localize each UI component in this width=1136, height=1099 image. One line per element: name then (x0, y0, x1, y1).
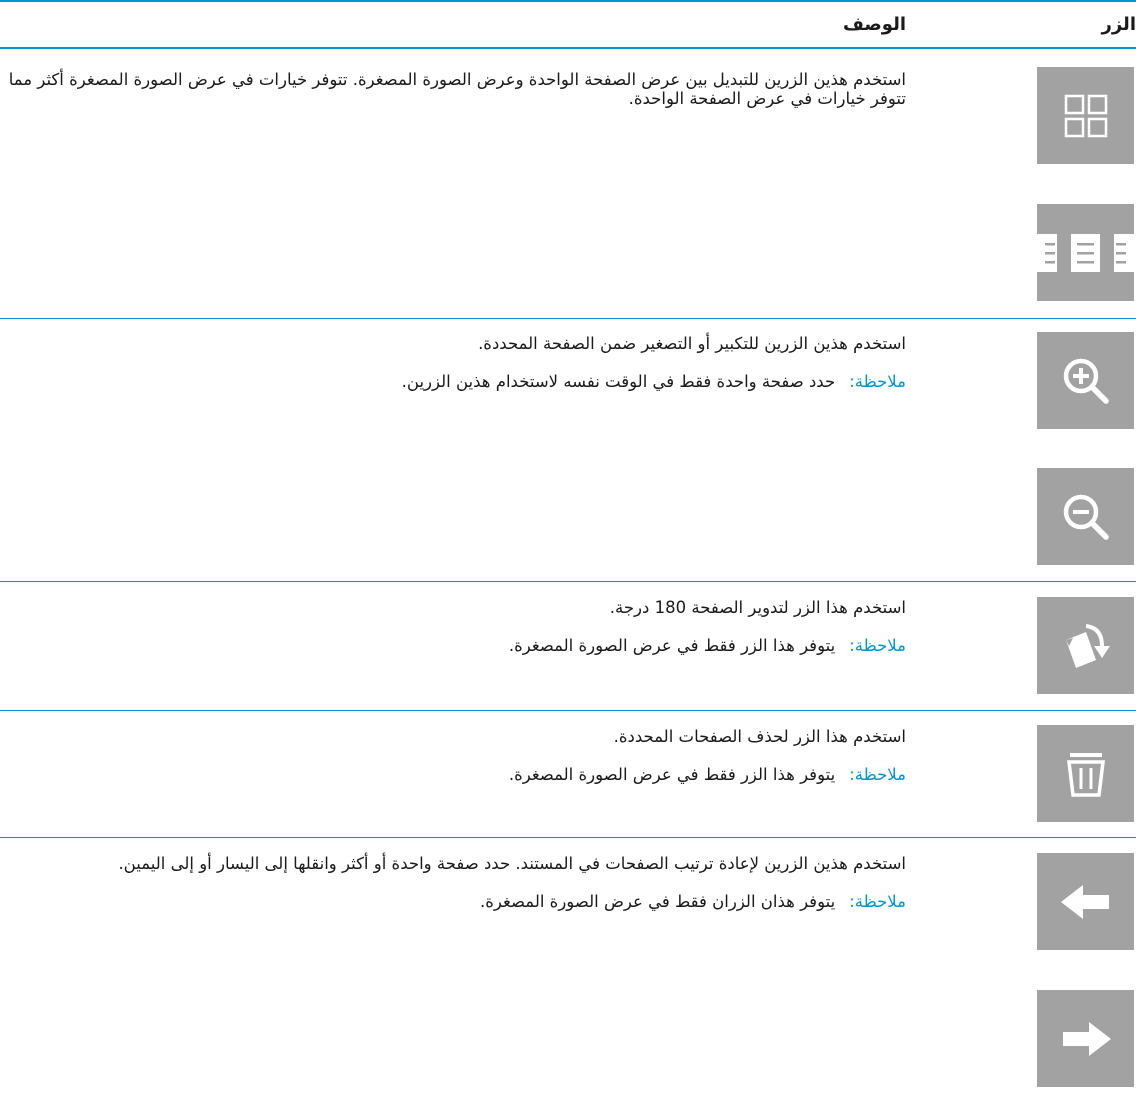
rotate-page-icon (1065, 623, 1110, 668)
row-description-text: استخدم هذا الزر لحذف الصفحات المحددة. (613, 727, 906, 746)
note-label: ملاحظة: (849, 372, 906, 391)
row-description-text: استخدم هذين الزرين لإعادة ترتيب الصفحات … (118, 854, 906, 873)
single-page-view-icon (1037, 233, 1134, 272)
move-left-button[interactable] (1037, 853, 1134, 950)
row-1-description: استخدم هذين الزرين للتبديل بين عرض الصفح… (0, 70, 906, 108)
single-page-view-button[interactable] (1037, 204, 1134, 301)
note-text: يتوفر هذا الزر فقط في عرض الصورة المصغرة… (508, 636, 836, 655)
row-separator (0, 581, 1136, 582)
row-separator (0, 837, 1136, 838)
row-note: ملاحظة: يتوفر هذان الزران فقط في عرض الصو… (0, 892, 906, 911)
row-note: ملاحظة: حدد صفحة واحدة فقط في الوقت نفسه … (0, 372, 906, 391)
arrow-right-icon (1062, 1021, 1111, 1056)
zoom-in-icon (1063, 358, 1109, 404)
column-header-button: الزر (1101, 14, 1136, 35)
note-label: ملاحظة: (849, 636, 906, 655)
row-4-description: استخدم هذا الزر لحذف الصفحات المحددة. مل… (0, 727, 906, 784)
arrow-left-icon (1060, 884, 1109, 919)
row-description-text: استخدم هذين الزرين للتبديل بين عرض الصفح… (8, 70, 906, 108)
table-header: الزر الوصف (0, 2, 1136, 47)
trash-icon (1066, 752, 1105, 797)
note-text: يتوفر هذان الزران فقط في عرض الصورة المص… (480, 892, 836, 911)
table-header-rule (0, 47, 1136, 49)
zoom-out-button[interactable] (1037, 468, 1134, 565)
rotate-button[interactable] (1037, 597, 1134, 694)
row-3-description: استخدم هذا الزر لتدوير الصفحة 180 درجة. … (0, 598, 906, 655)
zoom-out-icon (1063, 494, 1109, 540)
row-description-text: استخدم هذين الزرين للتكبير أو التصغير ضم… (478, 334, 906, 353)
thumbnail-view-button[interactable] (1037, 67, 1134, 164)
row-2-description: استخدم هذين الزرين للتكبير أو التصغير ضم… (0, 334, 906, 391)
row-separator (0, 318, 1136, 319)
note-text: حدد صفحة واحدة فقط في الوقت نفسه لاستخدا… (401, 372, 836, 391)
row-note: ملاحظة: يتوفر هذا الزر فقط في عرض الصورة … (0, 765, 906, 784)
note-label: ملاحظة: (849, 765, 906, 784)
column-header-description: الوصف (842, 14, 906, 35)
note-text: يتوفر هذا الزر فقط في عرض الصورة المصغرة… (508, 765, 836, 784)
delete-button[interactable] (1037, 725, 1134, 822)
row-5-description: استخدم هذين الزرين لإعادة ترتيب الصفحات … (0, 854, 906, 911)
row-description-text: استخدم هذا الزر لتدوير الصفحة 180 درجة. (609, 598, 906, 617)
zoom-in-button[interactable] (1037, 332, 1134, 429)
row-separator (0, 710, 1136, 711)
row-note: ملاحظة: يتوفر هذا الزر فقط في عرض الصورة … (0, 636, 906, 655)
note-label: ملاحظة: (849, 892, 906, 911)
move-right-button[interactable] (1037, 990, 1134, 1087)
thumbnail-grid-icon (1064, 94, 1107, 137)
